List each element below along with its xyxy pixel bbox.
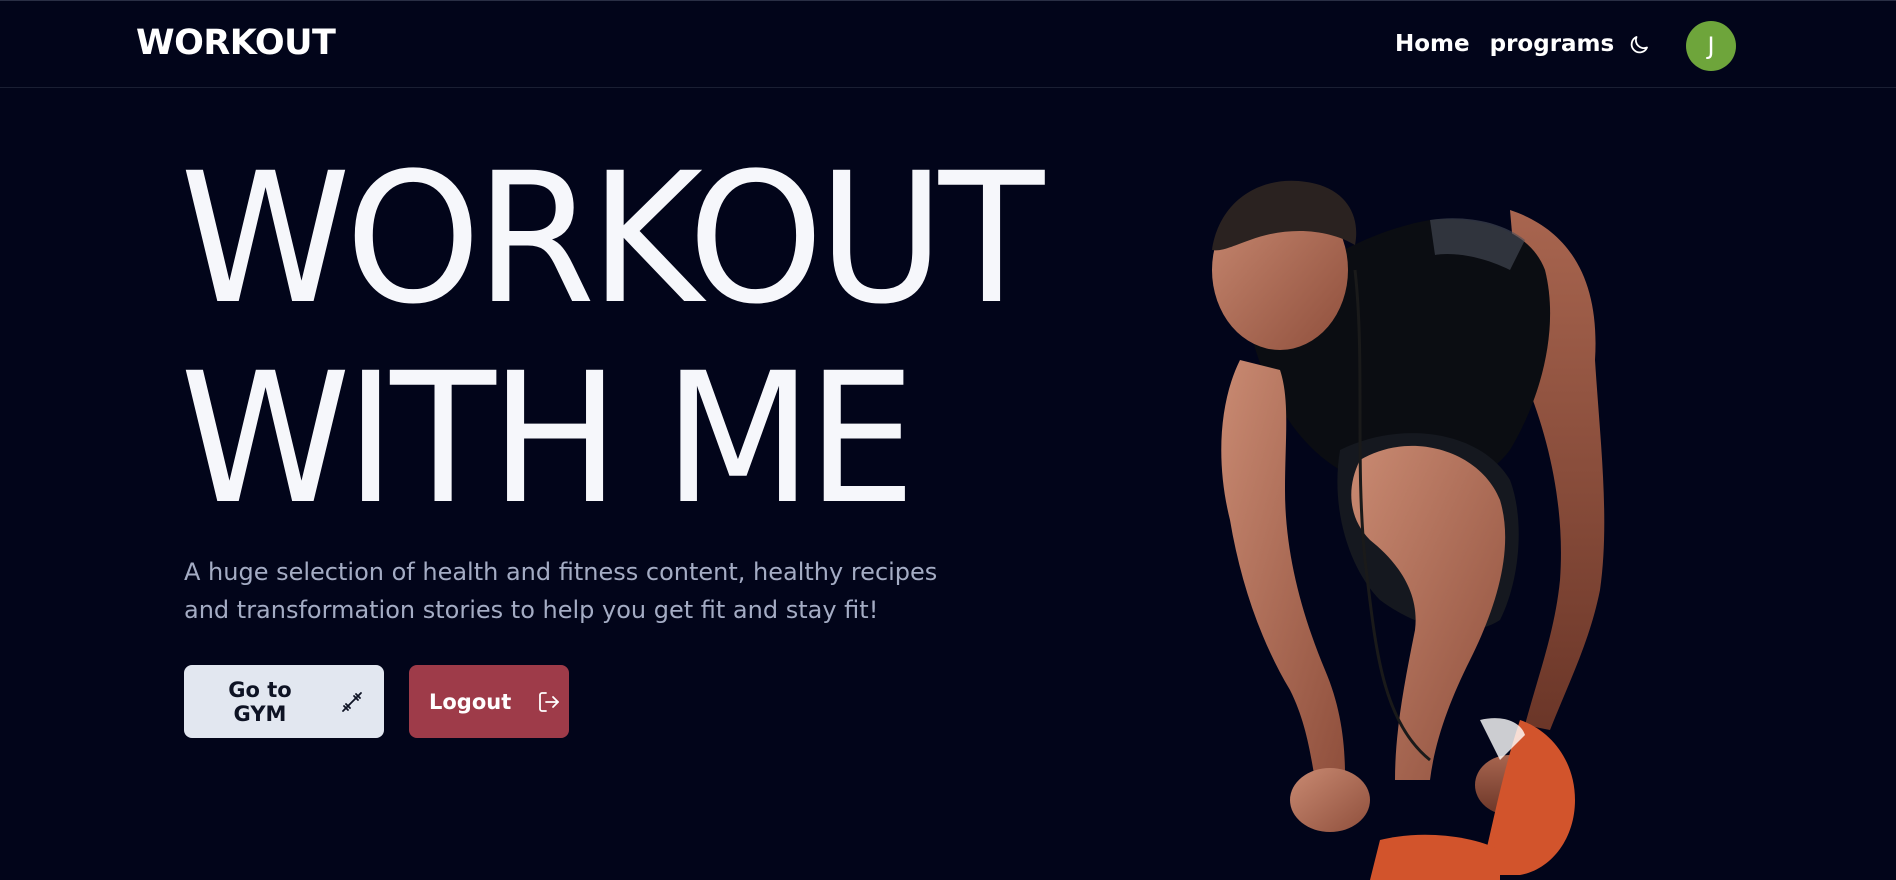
navbar: WORKOUT Home programs J (0, 0, 1896, 88)
logout-label: Logout (429, 689, 512, 714)
hero-subtitle: A huge selection of health and fitness c… (184, 558, 938, 624)
brand-logo[interactable]: WORKOUT (136, 23, 336, 63)
user-avatar[interactable]: J (1686, 21, 1736, 71)
nav-link-home[interactable]: Home (1395, 31, 1470, 57)
page: WORKOUT Home programs J WORKOUT WITH ME … (0, 0, 1896, 880)
theme-toggle-button[interactable] (1625, 31, 1653, 59)
hero-title-line-2: WITH ME (180, 335, 916, 544)
dumbbell-icon (340, 690, 364, 714)
nav-link-programs[interactable]: programs (1490, 31, 1615, 57)
nav-links: Home programs (1395, 31, 1614, 57)
moon-icon (1630, 36, 1648, 54)
logout-icon (537, 690, 561, 714)
logout-button[interactable]: Logout (409, 665, 569, 738)
hero-title-line-1: WORKOUT (180, 135, 1044, 344)
go-to-gym-button[interactable]: Go to GYM (184, 665, 384, 738)
go-to-gym-label: Go to GYM (228, 677, 292, 726)
athlete-image (1212, 180, 1605, 880)
hero-title: WORKOUT WITH ME (180, 135, 1044, 544)
